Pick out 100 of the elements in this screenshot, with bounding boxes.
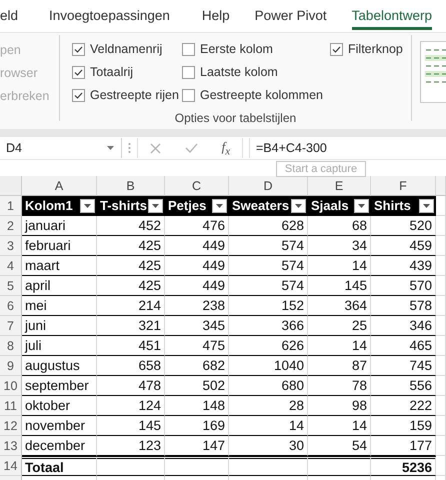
table-cell: 574 [229,276,308,296]
table-cell: 680 [229,376,308,396]
ribbon-tab[interactable]: Help [202,8,230,30]
row-header[interactable]: 12 [0,416,22,436]
table-cell: 145 [97,416,165,436]
checkbox[interactable] [72,88,85,102]
row-header[interactable]: 5 [0,276,22,296]
row-header[interactable]: 11 [0,396,22,416]
filter-button[interactable] [291,198,306,212]
row-header[interactable]: 13 [0,436,22,456]
table-cell: 145 [308,276,371,296]
table-cell: 449 [165,256,229,276]
table-cell: 346 [371,316,436,336]
table-cell [308,456,371,476]
table-cell: 520 [371,216,436,236]
table-cell: 502 [165,376,229,396]
table-cell: 68 [308,216,371,236]
table-cell: 177 [371,436,436,456]
column-header[interactable]: C [165,176,229,196]
tooltip: Start a capture [276,161,366,177]
table-cell: 745 [371,356,436,376]
ribbon-tab[interactable]: eld [0,8,18,30]
filter-button[interactable] [80,198,95,212]
checkbox-label: Gestreepte rijen [90,88,179,102]
caret-icon [107,146,114,150]
column-header[interactable]: E [308,176,371,196]
filter-button[interactable] [419,198,434,212]
table-cell: 159 [371,416,436,436]
check-icon [74,92,83,98]
checkbox-label: Totaalrij [90,65,134,79]
table-cell: 658 [97,356,165,376]
table-cell: 34 [308,236,371,256]
caret-icon [152,204,159,208]
table-cell [97,456,165,476]
column-header[interactable]: D [229,176,308,196]
row-header[interactable]: 9 [0,356,22,376]
name-box[interactable]: D4 [0,138,122,158]
grip-icon [128,142,131,154]
formula-field[interactable]: =B4+C4-300 [249,138,446,158]
checkbox[interactable] [72,42,85,56]
row-header[interactable]: 8 [0,336,22,356]
column-heading: T-shirts [97,196,165,216]
table-cell: januari [22,216,97,236]
check-icon[interactable] [184,143,198,153]
table-cell: 30 [229,436,308,456]
checkbox[interactable] [182,42,195,56]
column-header[interactable]: F [371,176,436,196]
grid-cell [436,416,446,436]
table-cell: 425 [97,256,165,276]
row-header[interactable]: 3 [0,236,22,256]
row-header[interactable]: 2 [0,216,22,236]
checkbox[interactable] [182,66,195,78]
caret-icon [423,204,430,208]
checkbox[interactable] [72,66,85,78]
grid-cell [436,336,446,356]
table-cell: 123 [97,436,165,456]
checkbox[interactable] [330,42,343,56]
check-icon [74,68,83,76]
grid-cell [436,316,446,336]
table-cell: 451 [97,336,165,356]
checkbox-label: Veldnamenrij [90,42,162,56]
table-cell: 570 [371,276,436,296]
ribbon-tab[interactable]: Power Pivot [254,8,327,30]
table-cell: 425 [97,236,165,256]
grid-cell [436,376,446,396]
column-header[interactable]: A [22,176,97,196]
filter-button[interactable] [354,198,369,212]
grid-cell [436,236,446,256]
column-heading: Sjaals [308,196,371,216]
grid-cell [436,436,446,456]
checkbox-label: Eerste kolom [200,42,273,56]
table-cell: 465 [371,336,436,356]
caret-icon [84,204,91,208]
row-header[interactable]: 1 [0,196,22,216]
checkbox[interactable] [182,88,195,102]
table-cell [165,456,229,476]
table-cell: 449 [165,236,229,256]
grid-cell [436,396,446,416]
table-style-thumbnail[interactable] [420,41,446,103]
row-header[interactable]: 4 [0,256,22,276]
table-cell: 78 [308,376,371,396]
column-heading: Sweaters [229,196,308,216]
table-cell: 556 [371,376,436,396]
row-header[interactable]: 7 [0,316,22,336]
table-cell: 14 [308,256,371,276]
table-cell: 449 [165,276,229,296]
caret-icon [216,204,223,208]
table-cell: 366 [229,316,308,336]
table-cell: december [22,436,97,456]
insert-function-button[interactable]: f$_{x}$ [222,138,230,158]
filter-button[interactable] [212,198,227,212]
row-header[interactable]: 14 [0,456,22,476]
filter-button[interactable] [148,198,163,212]
column-header[interactable]: B [97,176,165,196]
row-header[interactable]: 6 [0,296,22,316]
table-cell: 54 [308,436,371,456]
table-cell: 87 [308,356,371,376]
checkbox-label: Gestreepte kolommen [200,88,323,102]
ribbon-tab[interactable]: Invoegtoepassingen [49,8,170,30]
row-header[interactable]: 10 [0,376,22,396]
